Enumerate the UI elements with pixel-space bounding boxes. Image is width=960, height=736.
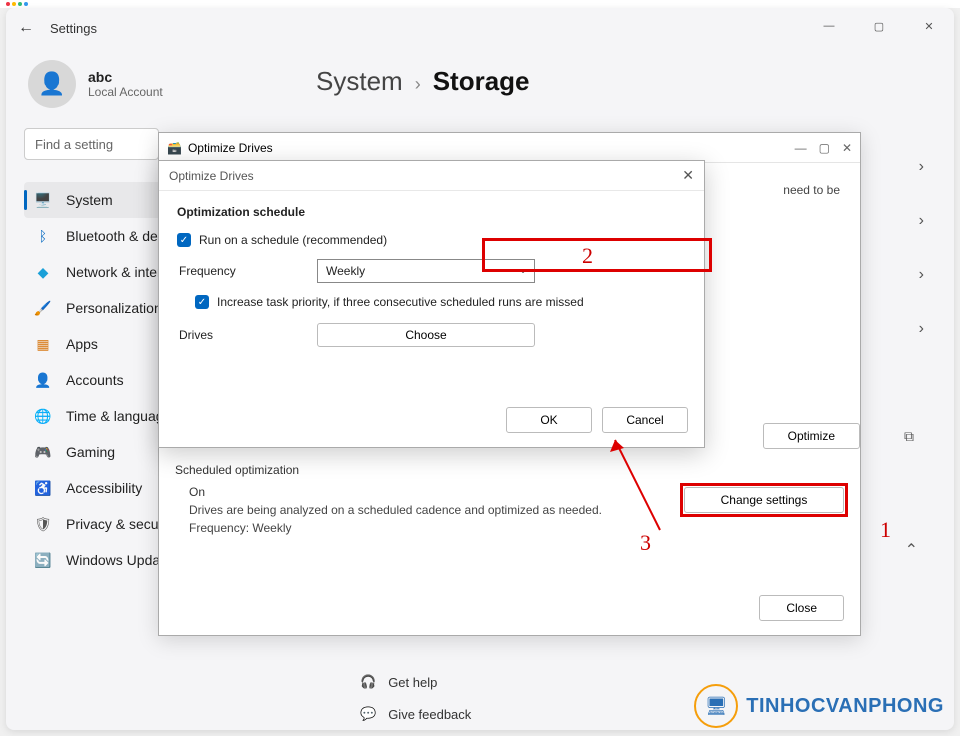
nav-label: Windows Update [66, 552, 172, 568]
drives-label: Drives [177, 328, 317, 342]
profile[interactable]: 👤 abc Local Account [24, 60, 256, 108]
sched-header: Scheduled optimization [175, 463, 844, 477]
window-title: Settings [50, 21, 97, 36]
brand-text: TINHOCVANPHONG [746, 695, 944, 718]
nav-icon: ♿ [34, 479, 52, 497]
nav-icon: 🎮 [34, 443, 52, 461]
avatar-icon: 👤 [28, 60, 76, 108]
partial-text: need to be [783, 183, 840, 197]
nav-icon: 🛡 [34, 515, 52, 533]
give-feedback-link[interactable]: Give feedback [388, 707, 471, 722]
sched-frequency: Frequency: Weekly [189, 521, 844, 535]
watermark: 🖥 TINHOCVANPHONG [694, 684, 944, 728]
increase-priority-label: Increase task priority, if three consecu… [217, 295, 584, 309]
nav-label: System [66, 192, 113, 208]
chevron-right-icon[interactable]: › [919, 158, 924, 176]
nav-label: Gaming [66, 444, 115, 460]
scheduled-optimization-section: Scheduled optimization On Drives are bei… [175, 463, 844, 539]
external-link-icon[interactable]: ⧉ [904, 428, 914, 445]
search-input[interactable]: Find a setting [24, 128, 159, 160]
schedule-dialog: Optimize Drives ✕ Optimization schedule … [158, 160, 705, 448]
dialog-titlebar: Optimize Drives ✕ [159, 161, 704, 191]
nav-label: Accessibility [66, 480, 142, 496]
breadcrumb-current: Storage [433, 66, 530, 97]
user-name: abc [88, 69, 163, 85]
nav-label: Time & language [66, 408, 171, 424]
close-icon[interactable]: ✕ [682, 167, 694, 184]
section-header: Optimization schedule [177, 205, 686, 219]
chevron-right-icon: › [415, 74, 421, 95]
chevron-right-icon[interactable]: › [919, 212, 924, 230]
dialog-title: Optimize Drives [169, 169, 254, 183]
ok-button[interactable]: OK [506, 407, 592, 433]
run-schedule-checkbox[interactable]: ✓ [177, 233, 191, 247]
chevron-right-icon[interactable]: › [919, 266, 924, 284]
cancel-button[interactable]: Cancel [602, 407, 688, 433]
run-schedule-label: Run on a schedule (recommended) [199, 233, 387, 247]
nav-label: Personalization [66, 300, 162, 316]
get-help-link[interactable]: Get help [388, 675, 437, 690]
minimize-button[interactable]: — [795, 141, 807, 155]
change-settings-button[interactable]: Change settings [684, 487, 844, 513]
help-section: 🎧 Get help 💬 Give feedback [360, 666, 471, 730]
back-button[interactable]: ← [18, 19, 34, 37]
nav-icon: 🔄 [34, 551, 52, 569]
help-icon: 🎧 [360, 674, 376, 690]
maximize-button[interactable]: ▢ [819, 141, 830, 155]
chevron-up-icon[interactable]: ⌃ [905, 540, 918, 560]
feedback-icon: 💬 [360, 706, 376, 722]
close-button[interactable]: ✕ [914, 14, 944, 38]
od-titlebar: 🗃️ Optimize Drives — ▢ ✕ [159, 133, 860, 163]
setting-chevrons: › › › › [919, 158, 924, 338]
nav-icon: 🌐 [34, 407, 52, 425]
drive-icon: 🗃️ [167, 141, 182, 155]
nav-label: Apps [66, 336, 98, 352]
od-title-text: Optimize Drives [188, 141, 273, 155]
frequency-select[interactable]: Weekly [317, 259, 535, 283]
frequency-label: Frequency [177, 264, 317, 278]
nav-icon: ◆ [34, 263, 52, 281]
optimize-button[interactable]: Optimize [763, 423, 860, 449]
nav-icon: 👤 [34, 371, 52, 389]
nav-icon: ▦ [34, 335, 52, 353]
nav-label: Accounts [66, 372, 124, 388]
chevron-right-icon[interactable]: › [919, 320, 924, 338]
increase-priority-checkbox[interactable]: ✓ [195, 295, 209, 309]
nav-icon: 🖥️ [34, 191, 52, 209]
window-controls: — ▢ ✕ [814, 14, 944, 38]
breadcrumb: System › Storage [316, 66, 924, 97]
maximize-button[interactable]: ▢ [864, 14, 894, 38]
nav-icon: ᛒ [34, 227, 52, 245]
close-button[interactable]: Close [759, 595, 844, 621]
user-account: Local Account [88, 85, 163, 99]
close-button[interactable]: ✕ [842, 141, 852, 155]
choose-drives-button[interactable]: Choose [317, 323, 535, 347]
nav-icon: 🖌️ [34, 299, 52, 317]
minimize-button[interactable]: — [814, 14, 844, 38]
titlebar: ← Settings [6, 8, 954, 48]
breadcrumb-parent[interactable]: System [316, 66, 403, 97]
brand-icon: 🖥 [694, 684, 738, 728]
